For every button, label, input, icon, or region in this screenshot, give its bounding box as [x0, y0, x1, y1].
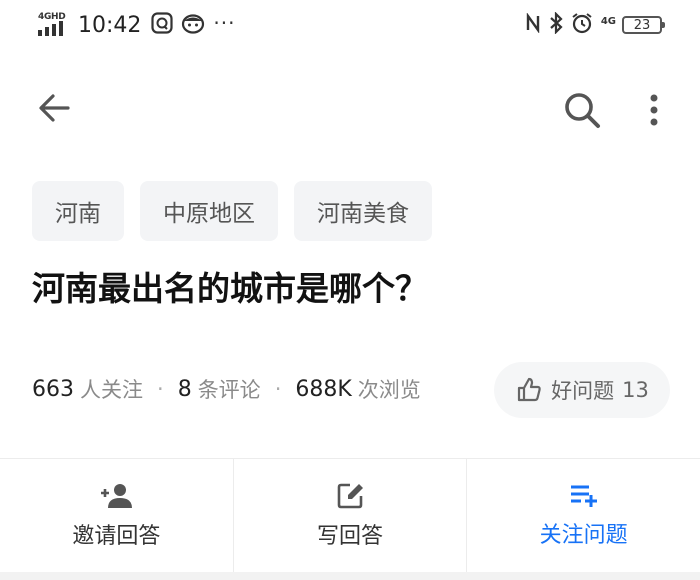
invite-answer-button[interactable]: 邀请回答: [0, 459, 233, 573]
app-mascot-icon: [181, 12, 205, 38]
battery-icon: 23: [622, 16, 665, 34]
topic-tag-central-plains[interactable]: 中原地区: [140, 181, 278, 241]
add-user-icon: [101, 484, 133, 508]
bluetooth-icon: [549, 11, 563, 38]
network-4g-label: 4G: [600, 15, 616, 27]
good-question-button[interactable]: 好问题 13: [494, 362, 670, 418]
write-answer-button[interactable]: 写回答: [232, 459, 467, 573]
alarm-icon: [571, 12, 593, 38]
question-title: 河南最出名的城市是哪个？: [32, 269, 428, 308]
arrow-left-icon: [39, 94, 70, 122]
list-add-icon: [570, 485, 597, 507]
views-label: 次浏览: [357, 378, 421, 402]
bottom-divider: [0, 572, 700, 580]
stats-separator: ·: [274, 377, 282, 401]
thumbs-up-icon: [518, 377, 541, 402]
comments-label[interactable]: 条评论: [198, 374, 261, 404]
more-vertical-icon: [650, 94, 658, 126]
app-notification-icon: [151, 12, 174, 38]
status-bar: 4GHD 10:42 ··· 4G 23: [0, 0, 700, 50]
battery-level: 23: [633, 17, 651, 33]
followers-count: 663: [32, 376, 74, 402]
topic-tag-henan-food[interactable]: 河南美食: [294, 181, 432, 241]
follow-question-label: 关注问题: [539, 523, 628, 548]
back-button[interactable]: [34, 88, 74, 128]
views-count: 688K: [295, 376, 352, 402]
action-bar: 邀请回答 写回答 关注问题: [0, 458, 700, 573]
question-stats: 663 人关注 · 8 条评论 · 688K 次浏览: [32, 374, 421, 404]
good-question-label: 好问题: [551, 379, 615, 403]
cell-signal-icon: 4GHD: [38, 12, 72, 38]
follow-question-button[interactable]: 关注问题: [466, 459, 700, 573]
comments-count[interactable]: 8: [178, 377, 192, 402]
followers-label: 人关注: [80, 378, 143, 402]
more-notifications-icon: ···: [213, 11, 236, 35]
topic-tag-henan[interactable]: 河南: [32, 181, 124, 241]
topic-tags: 河南 中原地区 河南美食: [32, 181, 432, 241]
nfc-icon: [525, 12, 541, 37]
search-button[interactable]: [560, 88, 604, 132]
write-answer-label: 写回答: [317, 524, 384, 549]
good-question-count: 13: [622, 378, 649, 402]
more-button[interactable]: [640, 90, 668, 130]
stats-separator: ·: [157, 377, 164, 401]
edit-icon: [337, 483, 363, 509]
status-time: 10:42: [78, 12, 142, 38]
invite-answer-label: 邀请回答: [72, 524, 161, 549]
search-icon: [565, 93, 600, 128]
